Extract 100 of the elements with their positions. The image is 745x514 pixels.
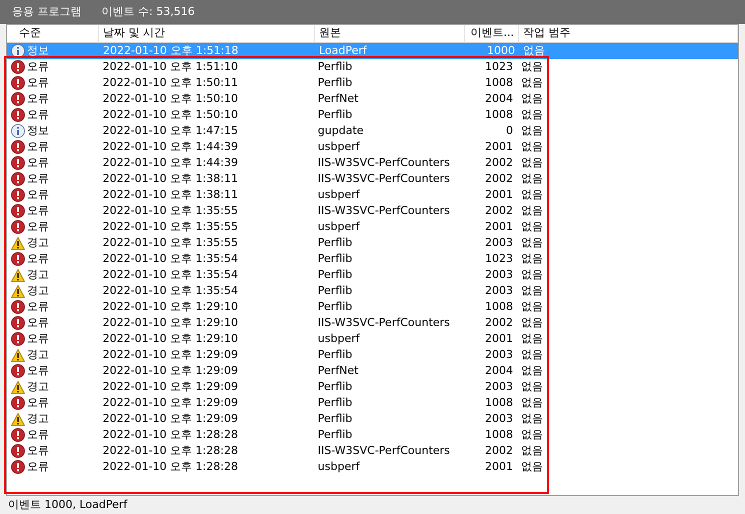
event-row[interactable]: 경고 2022-01-10 오후 1:35:54 Perflib 2003 없음 bbox=[7, 283, 543, 299]
source-cell-text: Perflib bbox=[316, 58, 354, 75]
event-row[interactable]: 오류 2022-01-10 오후 1:35:55 IIS-W3SVC-PerfCounters 2002 없음 bbox=[7, 203, 543, 219]
category-cell-text: 없음 bbox=[520, 314, 543, 331]
source-cell-text: Perflib bbox=[316, 234, 354, 251]
warning-icon bbox=[11, 380, 25, 394]
date-cell-text: 2022-01-10 오후 1:29:09 bbox=[102, 378, 239, 395]
category-cell-text: 없음 bbox=[520, 202, 543, 219]
category-cell-text: 없음 bbox=[520, 458, 543, 475]
event-count: 이벤트 수: 53,516 bbox=[102, 4, 195, 20]
level-text: 오류 bbox=[27, 154, 49, 171]
event-row[interactable]: 오류 2022-01-10 오후 1:35:54 Perflib 1023 없음 bbox=[7, 251, 543, 267]
level-text: 오류 bbox=[27, 298, 49, 315]
source-cell-text: Perflib bbox=[316, 378, 354, 395]
event-row[interactable]: 경고 2022-01-10 오후 1:29:09 Perflib 2003 없음 bbox=[7, 379, 543, 395]
event-row[interactable]: 오류 2022-01-10 오후 1:29:10 IIS-W3SVC-PerfCounters 2002 없음 bbox=[7, 315, 543, 331]
event-row[interactable]: 오류 2022-01-10 오후 1:38:11 usbperf 2001 없음 bbox=[7, 187, 543, 203]
error-icon bbox=[11, 172, 25, 186]
category-cell-text: 없음 bbox=[520, 106, 543, 123]
event-row[interactable]: 오류 2022-01-10 오후 1:29:09 Perflib 1008 없음 bbox=[7, 395, 543, 411]
level-text: 오류 bbox=[27, 106, 49, 123]
level-text: 오류 bbox=[27, 426, 49, 443]
column-header[interactable]: 이벤트... bbox=[465, 25, 519, 42]
category-cell-text: 없음 bbox=[520, 410, 543, 427]
date-cell-text: 2022-01-10 오후 1:38:11 bbox=[102, 170, 239, 187]
date-cell-text: 2022-01-10 오후 1:29:10 bbox=[102, 298, 239, 315]
column-header[interactable]: 수준 bbox=[7, 25, 99, 42]
source-cell-text: Perflib bbox=[316, 426, 354, 443]
error-icon bbox=[11, 364, 25, 378]
event-row[interactable]: 오류 2022-01-10 오후 1:44:39 IIS-W3SVC-PerfCounters 2002 없음 bbox=[7, 155, 543, 171]
level-text: 오류 bbox=[27, 202, 49, 219]
event-row[interactable]: 오류 2022-01-10 오후 1:50:11 Perflib 1008 없음 bbox=[7, 75, 543, 91]
event-id-cell-text: 1000 bbox=[486, 42, 516, 59]
event-row[interactable]: 오류 2022-01-10 오후 1:28:28 Perflib 1008 없음 bbox=[7, 427, 543, 443]
log-name: 응용 프로그램 bbox=[12, 4, 82, 20]
column-header[interactable]: 날짜 및 시간 bbox=[99, 25, 315, 42]
date-cell-text: 2022-01-10 오후 1:50:10 bbox=[102, 106, 239, 123]
source-cell-text: IIS-W3SVC-PerfCounters bbox=[316, 442, 451, 459]
category-cell-text: 없음 bbox=[520, 346, 543, 363]
category-cell-text: 없음 bbox=[520, 394, 543, 411]
event-row[interactable]: 경고 2022-01-10 오후 1:29:09 Perflib 2003 없음 bbox=[7, 347, 543, 363]
event-row[interactable]: 경고 2022-01-10 오후 1:35:54 Perflib 2003 없음 bbox=[7, 267, 543, 283]
error-icon bbox=[11, 316, 25, 330]
error-icon bbox=[11, 76, 25, 90]
source-cell-text: usbperf bbox=[316, 138, 361, 155]
category-cell-text: 없음 bbox=[520, 362, 543, 379]
event-id-cell-text: 1008 bbox=[484, 74, 514, 91]
level-text: 경고 bbox=[27, 410, 49, 427]
date-cell-text: 2022-01-10 오후 1:29:09 bbox=[102, 362, 239, 379]
event-id-cell-text: 2001 bbox=[484, 186, 514, 203]
event-id-cell-text: 2002 bbox=[484, 442, 514, 459]
column-header[interactable]: 원본 bbox=[315, 25, 465, 42]
error-icon bbox=[11, 220, 25, 234]
event-row[interactable]: 오류 2022-01-10 오후 1:29:09 PerfNet 2004 없음 bbox=[7, 363, 543, 379]
event-row[interactable]: 오류 2022-01-10 오후 1:29:10 usbperf 2001 없음 bbox=[7, 331, 543, 347]
event-row[interactable]: 오류 2022-01-10 오후 1:38:11 IIS-W3SVC-PerfCounters 2002 없음 bbox=[7, 171, 543, 187]
event-id-cell-text: 2003 bbox=[484, 346, 514, 363]
event-row[interactable]: 정보 2022-01-10 오후 1:47:15 gupdate 0 없음 bbox=[7, 123, 543, 139]
date-cell-text: 2022-01-10 오후 1:29:10 bbox=[102, 330, 239, 347]
event-id-cell-text: 1008 bbox=[484, 426, 514, 443]
event-row[interactable]: 오류 2022-01-10 오후 1:50:10 Perflib 1008 없음 bbox=[7, 107, 543, 123]
source-cell-text: PerfNet bbox=[316, 90, 360, 107]
category-cell-text: 없음 bbox=[520, 138, 543, 155]
event-row[interactable]: 오류 2022-01-10 오후 1:29:10 Perflib 1008 없음 bbox=[7, 299, 543, 315]
level-text: 정보 bbox=[27, 42, 49, 59]
date-cell-text: 2022-01-10 오후 1:35:54 bbox=[102, 266, 239, 283]
event-row[interactable]: 오류 2022-01-10 오후 1:51:10 Perflib 1023 없음 bbox=[7, 59, 543, 75]
event-row[interactable]: 오류 2022-01-10 오후 1:50:10 PerfNet 2004 없음 bbox=[7, 91, 543, 107]
source-cell-text: Perflib bbox=[316, 106, 354, 123]
category-cell-text: 없음 bbox=[520, 74, 543, 91]
category-cell-text: 없음 bbox=[520, 378, 543, 395]
source-cell-text: Perflib bbox=[316, 266, 354, 283]
date-cell-text: 2022-01-10 오후 1:50:10 bbox=[102, 90, 239, 107]
error-icon bbox=[11, 108, 25, 122]
category-cell-text: 없음 bbox=[520, 266, 543, 283]
event-row[interactable]: 오류 2022-01-10 오후 1:28:28 IIS-W3SVC-PerfCounters 2002 없음 bbox=[7, 443, 543, 459]
warning-icon bbox=[11, 236, 25, 250]
event-row[interactable]: 경고 2022-01-10 오후 1:29:09 Perflib 2003 없음 bbox=[7, 411, 543, 427]
category-cell-text: 없음 bbox=[520, 298, 543, 315]
date-cell-text: 2022-01-10 오후 1:28:28 bbox=[102, 458, 239, 475]
source-cell-text: usbperf bbox=[316, 186, 361, 203]
warning-icon bbox=[11, 284, 25, 298]
event-row[interactable]: 오류 2022-01-10 오후 1:35:55 usbperf 2001 없음 bbox=[7, 219, 543, 235]
source-cell-text: Perflib bbox=[316, 394, 354, 411]
error-icon bbox=[11, 60, 25, 74]
level-text: 오류 bbox=[27, 394, 49, 411]
event-row[interactable]: 오류 2022-01-10 오후 1:28:28 usbperf 2001 없음 bbox=[7, 459, 543, 475]
event-row[interactable]: 경고 2022-01-10 오후 1:35:55 Perflib 2003 없음 bbox=[7, 235, 543, 251]
source-cell-text: IIS-W3SVC-PerfCounters bbox=[316, 202, 451, 219]
event-row[interactable]: 오류 2022-01-10 오후 1:44:39 usbperf 2001 없음 bbox=[7, 139, 543, 155]
date-cell-text: 2022-01-10 오후 1:50:11 bbox=[102, 74, 239, 91]
column-header[interactable]: 작업 범주 bbox=[519, 25, 738, 42]
date-cell-text: 2022-01-10 오후 1:44:39 bbox=[102, 154, 239, 171]
level-text: 오류 bbox=[27, 74, 49, 91]
error-icon bbox=[11, 460, 25, 474]
date-cell-text: 2022-01-10 오후 1:51:10 bbox=[102, 58, 239, 75]
level-text: 오류 bbox=[27, 170, 49, 187]
category-cell-text: 없음 bbox=[520, 282, 543, 299]
event-id-cell-text: 2003 bbox=[484, 410, 514, 427]
category-cell-text: 없음 bbox=[520, 154, 543, 171]
